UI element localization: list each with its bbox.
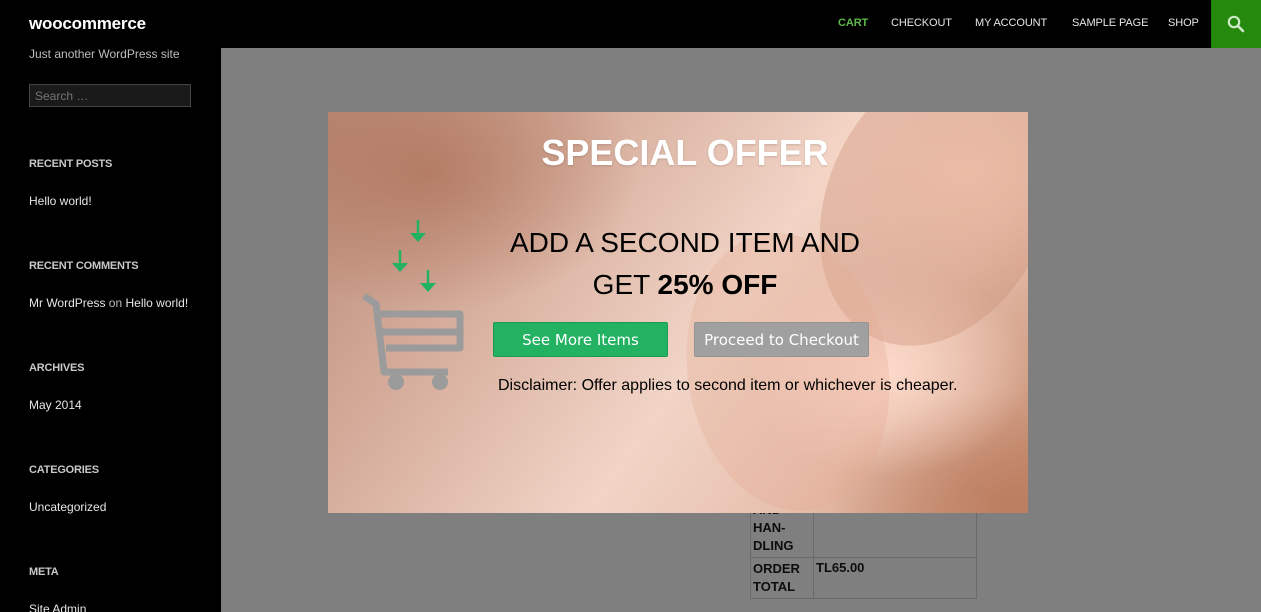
site-description: Just another WordPress site	[29, 47, 180, 61]
sidebar: woocommerce Just another WordPress site …	[0, 0, 221, 612]
comment-post-link[interactable]: Hello world!	[126, 296, 189, 310]
proceed-to-checkout-button[interactable]: Proceed to Checkout	[694, 322, 869, 357]
order-total-value: TL65.00	[813, 557, 977, 599]
special-offer-modal: SPECIAL OFFER ADD A SECOND ITEM AND GET …	[328, 112, 1028, 513]
nav-sample-page[interactable]: SAMPLE PAGE	[1072, 17, 1148, 29]
cart-wheel	[432, 374, 448, 390]
widget-title: ARCHIVES	[29, 362, 85, 374]
sidebar-search-input[interactable]	[29, 84, 191, 107]
offer-disclaimer: Disclaimer: Offer applies to second item…	[498, 377, 958, 394]
recent-post-link[interactable]: Hello world!	[29, 194, 112, 208]
nav-shop[interactable]: SHOP	[1168, 17, 1199, 29]
site-admin-link[interactable]: Site Admin	[29, 602, 86, 612]
site-title[interactable]: woocommerce	[29, 14, 146, 34]
search-toggle-button[interactable]	[1211, 0, 1261, 48]
discount-text: 25% OFF	[657, 269, 778, 300]
nav-cart[interactable]: CART	[838, 17, 868, 29]
cart-totals-table: AND HAN- DLING ORDER TOTAL TL65.00	[750, 498, 977, 599]
cart-icon	[362, 220, 464, 390]
top-navigation: CART CHECKOUT MY ACCOUNT SAMPLE PAGE SHO…	[221, 0, 1261, 48]
search-icon	[1227, 15, 1245, 33]
comment-author-link[interactable]: Mr WordPress	[29, 296, 105, 310]
see-more-items-button[interactable]: See More Items	[493, 322, 668, 357]
widget-title: CATEGORIES	[29, 464, 99, 476]
widget-meta: META Site Admin	[29, 566, 86, 612]
widget-title: RECENT POSTS	[29, 158, 113, 170]
widget-recent-posts: RECENT POSTS Hello world!	[29, 158, 112, 208]
order-total-label: ORDER TOTAL	[750, 557, 814, 599]
widget-categories: CATEGORIES Uncategorized	[29, 464, 106, 514]
headline-line-2: GET 25% OFF	[478, 264, 892, 306]
nav-my-account[interactable]: MY ACCOUNT	[975, 17, 1047, 29]
recent-comment: Mr WordPress on Hello world!	[29, 296, 188, 310]
label-line: HAN-	[753, 520, 786, 535]
archive-link[interactable]: May 2014	[29, 398, 84, 412]
offer-title: SPECIAL OFFER	[541, 132, 829, 173]
category-link[interactable]: Uncategorized	[29, 500, 106, 514]
nav-checkout[interactable]: CHECKOUT	[891, 17, 952, 29]
widget-archives: ARCHIVES May 2014	[29, 362, 84, 412]
widget-title: RECENT COMMENTS	[29, 260, 139, 272]
widget-title: META	[29, 566, 59, 578]
widget-recent-comments: RECENT COMMENTS Mr WordPress on Hello wo…	[29, 260, 188, 310]
table-row: ORDER TOTAL TL65.00	[750, 557, 977, 599]
label-line: DLING	[753, 538, 794, 553]
label-line: TOTAL	[753, 579, 796, 594]
headline-prefix: GET	[592, 269, 658, 300]
headline-line-1: ADD A SECOND ITEM AND	[509, 227, 861, 258]
label-line: ORDER	[753, 561, 800, 576]
comment-on-text: on	[108, 296, 123, 310]
cart-wheel	[388, 374, 404, 390]
offer-headline: ADD A SECOND ITEM AND GET 25% OFF	[478, 222, 892, 306]
